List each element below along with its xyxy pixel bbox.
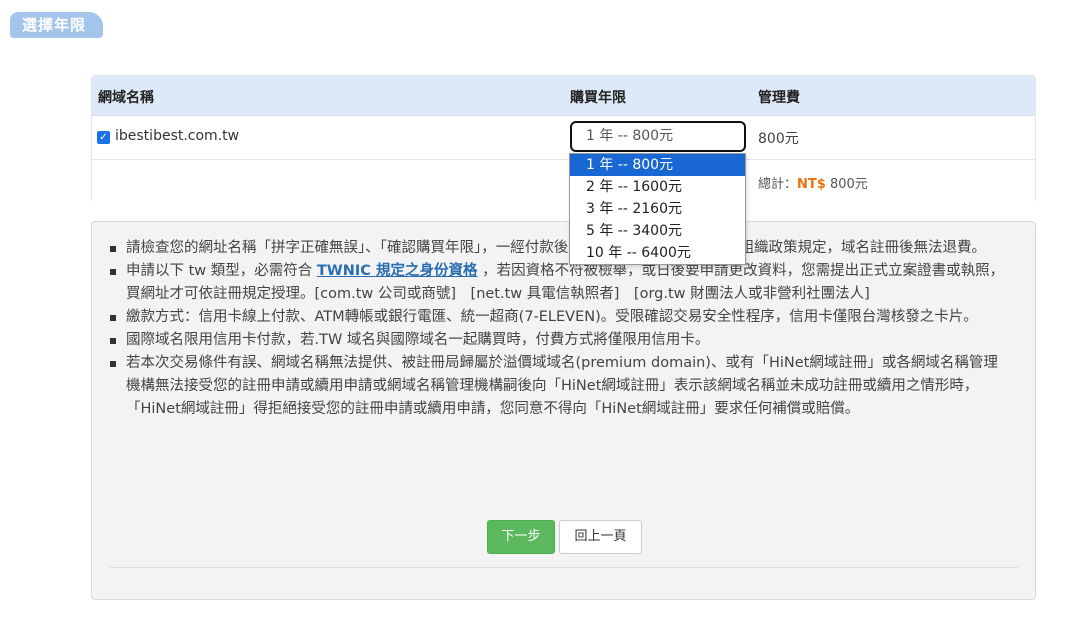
- notice-panel: 請檢查您的網址名稱「拼字正確無誤」、「確認購買年限」，一經付款後，依據國際域名之…: [91, 221, 1036, 600]
- notice-item: 請檢查您的網址名稱「拼字正確無誤」、「確認購買年限」，一經付款後，依據國際域名之…: [110, 237, 1010, 260]
- notice-item: 申請以下 tw 類型，必需符合 TWNIC 規定之身份資格 ，若因資格不符被檢舉…: [110, 260, 1010, 306]
- domain-table: 網域名稱 購買年限 管理費 ✓ ibestibest.com.tw 1 年 --…: [91, 75, 1036, 203]
- header-domain: 網域名稱: [98, 90, 154, 106]
- period-select[interactable]: 1 年 -- 800元: [570, 121, 746, 152]
- fee-value: 800元: [758, 131, 799, 147]
- period-option-3[interactable]: 3 年 -- 2160元: [570, 198, 745, 220]
- total-label: 總計：: [758, 177, 798, 192]
- period-option-10[interactable]: 10 年 -- 6400元: [570, 242, 745, 264]
- table-header: 網域名稱 購買年限 管理費: [92, 76, 1035, 116]
- back-button[interactable]: 回上一頁: [559, 520, 642, 554]
- table-row: ✓ ibestibest.com.tw 1 年 -- 800元 800元: [92, 116, 1035, 160]
- domain-checkbox[interactable]: ✓: [97, 131, 110, 144]
- divider: [110, 567, 1018, 568]
- notice-item: 若本次交易條件有誤、網域名稱無法提供、被註冊局歸屬於溢價域域名(premium …: [110, 352, 1010, 421]
- total-currency: NT$: [797, 177, 826, 192]
- notice-item: 繳款方式：信用卡線上付款、ATM轉帳或銀行電匯、統一超商(7-ELEVEN)。受…: [110, 306, 1010, 329]
- period-dropdown: 1 年 -- 800元 2 年 -- 1600元 3 年 -- 2160元 5 …: [569, 153, 746, 265]
- twnic-link[interactable]: TWNIC 規定之身份資格: [317, 263, 478, 279]
- total-row: 總計：NT$ 800元: [92, 160, 1035, 203]
- total-value: 800元: [825, 177, 868, 192]
- period-option-2[interactable]: 2 年 -- 1600元: [570, 176, 745, 198]
- header-years: 購買年限: [570, 90, 626, 106]
- next-button[interactable]: 下一步: [487, 520, 555, 554]
- domain-name: ibestibest.com.tw: [115, 128, 240, 144]
- period-option-1[interactable]: 1 年 -- 800元: [570, 154, 745, 176]
- header-fee: 管理費: [758, 90, 800, 106]
- notice-list: 請檢查您的網址名稱「拼字正確無誤」、「確認購買年限」，一經付款後，依據國際域名之…: [110, 237, 1010, 421]
- period-option-5[interactable]: 5 年 -- 3400元: [570, 220, 745, 242]
- notice-item: 國際域名限用信用卡付款，若.TW 域名與國際域名一起購買時，付費方式將僅限用信用…: [110, 329, 1010, 352]
- notice-text: 申請以下 tw 類型，必需符合: [126, 263, 317, 279]
- total-amount: 總計：NT$ 800元: [758, 173, 868, 192]
- section-tab-title: 選擇年限: [10, 12, 103, 38]
